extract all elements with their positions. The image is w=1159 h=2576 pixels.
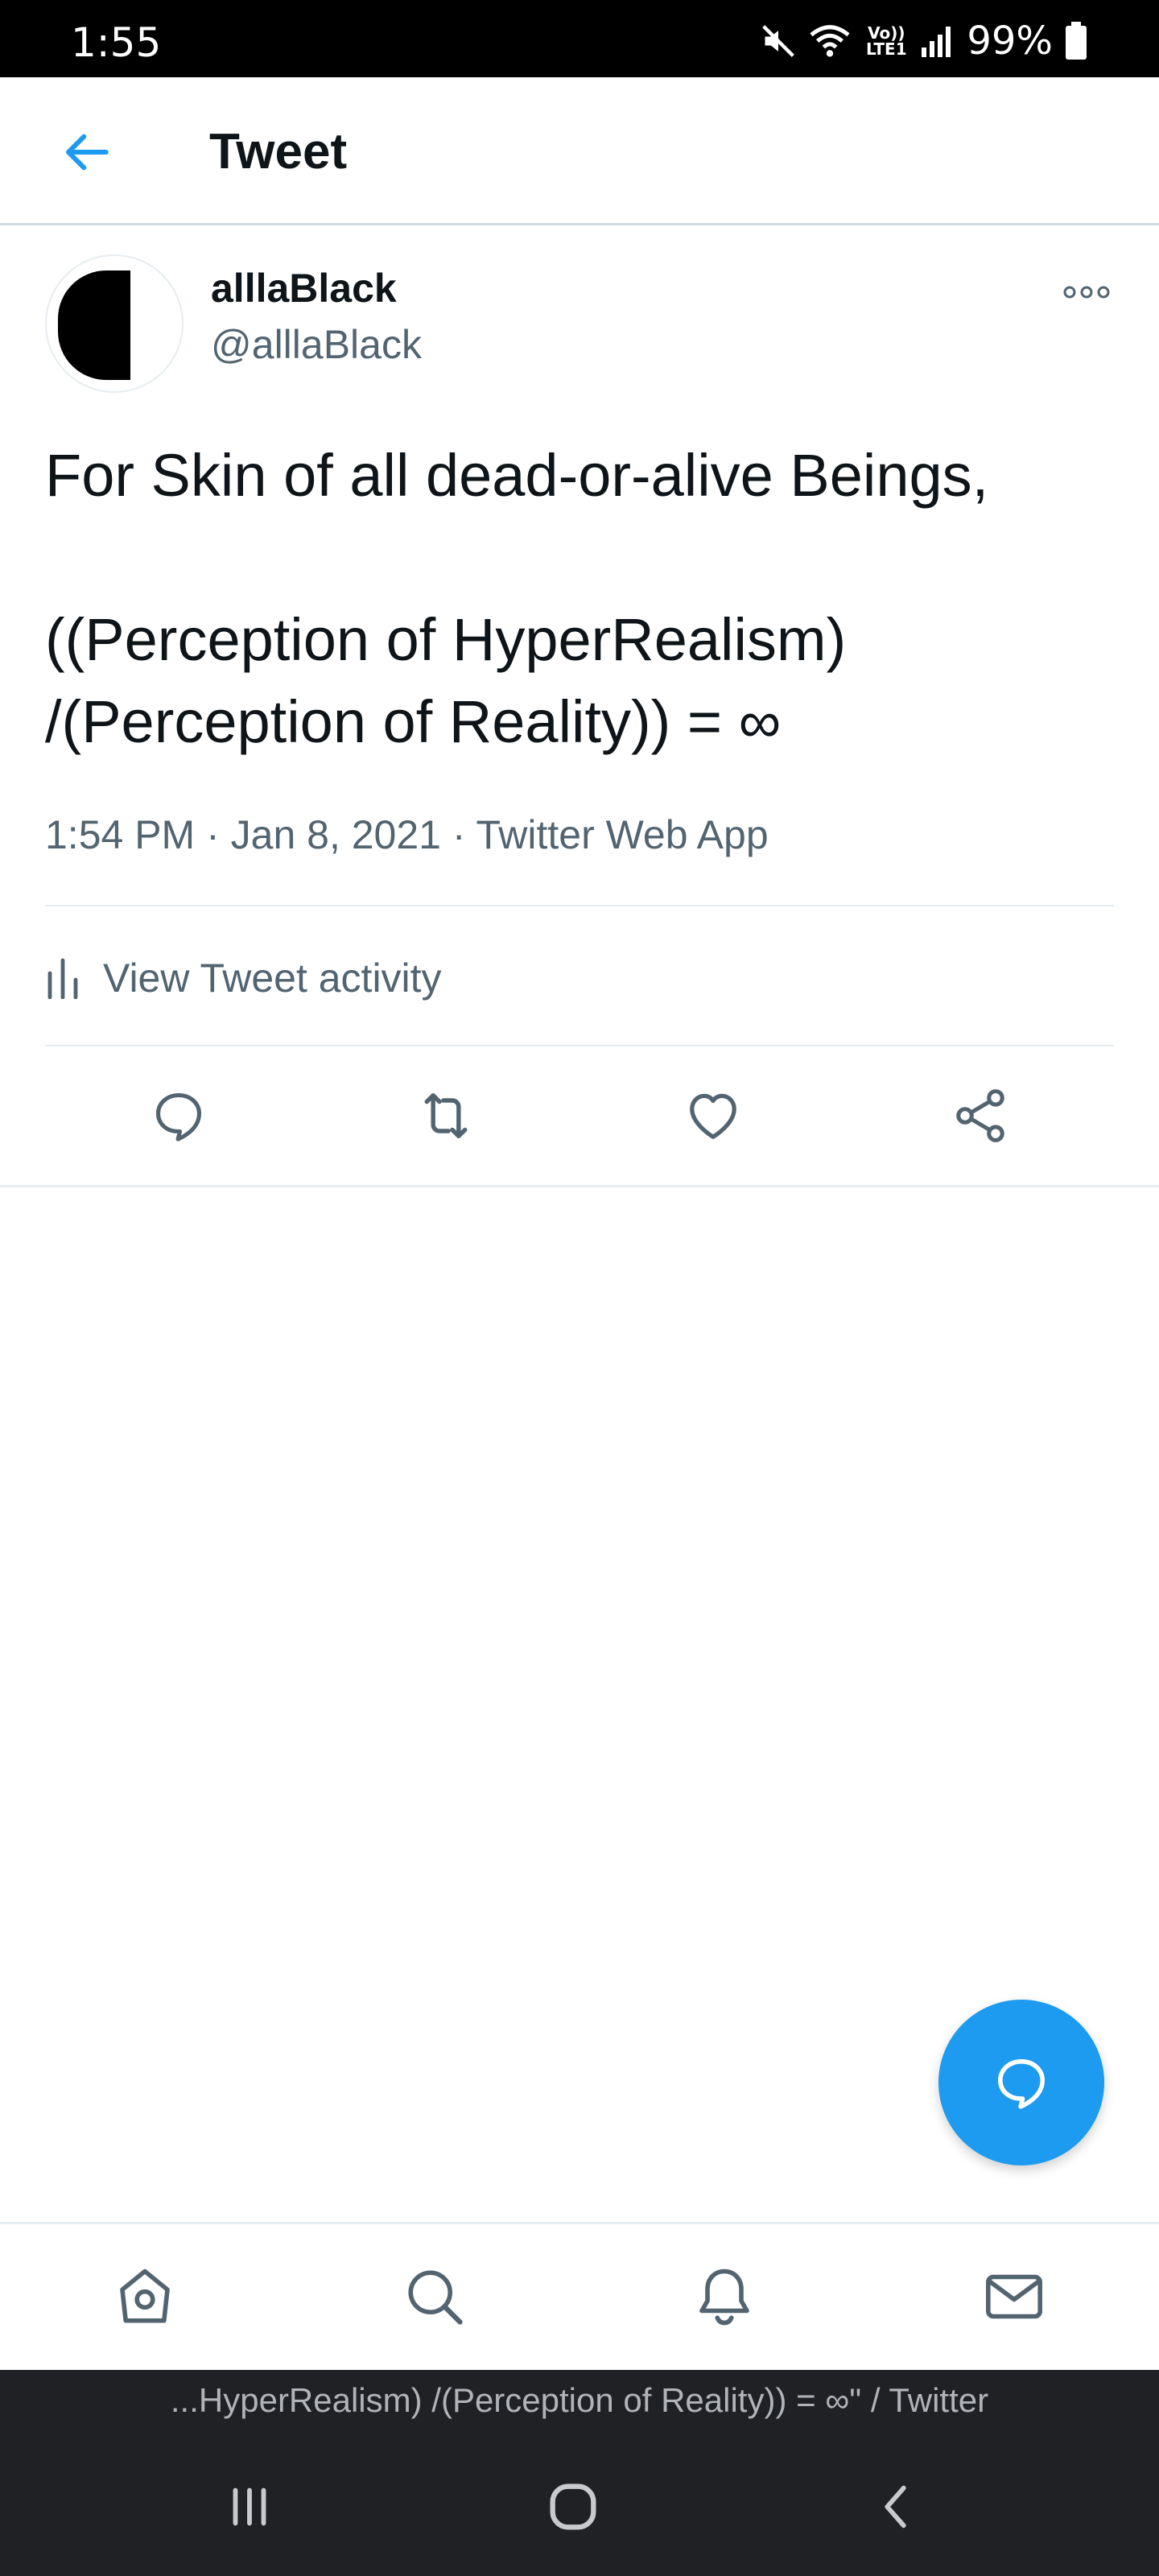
nav-home[interactable]	[97, 2248, 193, 2345]
tweet-text-line: /(Perception of Reality)) = ∞	[45, 688, 782, 755]
tweet-text-line: ((Perception of HyperRealism)	[45, 606, 847, 673]
retweet-button[interactable]	[398, 1067, 494, 1164]
back-button[interactable]	[50, 116, 122, 188]
status-bar: 1:55 Vo)) LTE1 99%	[0, 0, 1159, 77]
notifications-icon	[699, 2268, 749, 2326]
divider	[45, 905, 1114, 906]
back-chevron-icon	[885, 2485, 906, 2529]
reply-icon	[155, 1092, 202, 1141]
app-header: Tweet	[0, 77, 1159, 225]
nav-messages[interactable]	[966, 2248, 1062, 2345]
wifi-icon	[810, 25, 850, 57]
author-handle[interactable]: @alllaBlack	[211, 320, 422, 369]
battery-percent: 99%	[967, 19, 1053, 64]
page-title: Tweet	[209, 124, 348, 180]
window-caption: ...HyperRealism) /(Perception of Reality…	[170, 2381, 989, 2419]
battery-icon	[1066, 22, 1087, 60]
arrow-left-icon	[65, 134, 109, 171]
reply-button[interactable]	[130, 1067, 227, 1164]
reply-icon	[998, 2059, 1045, 2109]
share-icon	[956, 1089, 1004, 1142]
tweet-text-line	[45, 517, 1116, 599]
mute-icon	[762, 25, 795, 57]
more-options-button[interactable]	[1054, 272, 1119, 312]
status-icons: Vo)) LTE1 99%	[761, 21, 1088, 61]
bottom-nav	[0, 2222, 1159, 2370]
home-icon	[120, 2268, 170, 2323]
like-icon	[690, 1093, 736, 1139]
view-tweet-activity-button[interactable]: View Tweet activity	[45, 927, 442, 1029]
avatar[interactable]	[45, 254, 184, 393]
recents-button[interactable]	[201, 2458, 298, 2555]
system-home-button[interactable]	[525, 2458, 621, 2555]
compose-reply-button[interactable]	[938, 2000, 1104, 2165]
recents-icon	[233, 2487, 266, 2526]
signal-icon	[922, 27, 951, 57]
system-navigation-bar: ...HyperRealism) /(Perception of Reality…	[0, 2370, 1159, 2576]
tweet-actions	[0, 1046, 1159, 1185]
search-icon	[408, 2270, 463, 2325]
tweet-text: For Skin of all dead-or-alive Beings, ((…	[45, 435, 1116, 763]
status-time: 1:55	[71, 19, 162, 66]
analytics-icon	[47, 958, 78, 999]
retweet-icon	[424, 1092, 468, 1139]
like-button[interactable]	[665, 1067, 761, 1164]
tweet-timestamp[interactable]: 1:54 PM · Jan 8, 2021 · Twitter Web App	[45, 807, 769, 863]
activity-label: View Tweet activity	[103, 956, 442, 1001]
more-icon	[1063, 286, 1110, 299]
messages-icon	[985, 2274, 1042, 2319]
nav-search[interactable]	[386, 2248, 483, 2345]
divider	[0, 1185, 1159, 1187]
system-back-button[interactable]	[848, 2458, 945, 2555]
share-button[interactable]	[932, 1067, 1029, 1164]
network-label: Vo)) LTE1	[865, 23, 907, 59]
home-circle-icon	[550, 2483, 596, 2530]
author-name[interactable]: alllaBlack	[211, 264, 397, 312]
tweet-text-line: For Skin of all dead-or-alive Beings,	[45, 442, 989, 509]
nav-notifications[interactable]	[676, 2248, 773, 2345]
